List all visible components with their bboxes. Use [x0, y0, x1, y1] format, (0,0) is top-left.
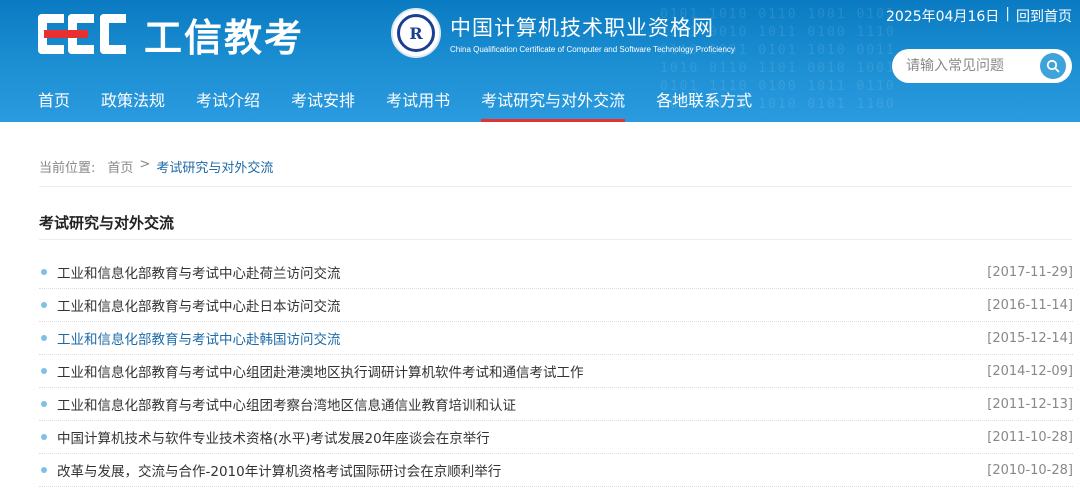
article-date: [2011-12-13]: [987, 396, 1073, 412]
nav-item-exam-books[interactable]: 考试用书: [386, 86, 450, 122]
list-item: 工业和信息化部教育与考试中心组团赴港澳地区执行调研计算机软件考试和通信考试工作 …: [39, 355, 1073, 388]
list-item: 中国计算机技术与软件专业技术资格(水平)考试发展20年座谈会在京举行 [2011…: [39, 421, 1073, 454]
list-item: 工业和信息化部教育与考试中心赴日本访问交流 [2016-11-14]: [39, 289, 1073, 322]
nav-item-exam-schedule[interactable]: 考试安排: [291, 86, 355, 122]
bullet-icon: [41, 269, 47, 275]
article-link[interactable]: 改革与发展，交流与合作-2010年计算机资格考试国际研讨会在京顺利举行: [57, 460, 501, 480]
list-item: 工业和信息化部教育与考试中心赴荷兰访问交流 [2017-11-29]: [39, 256, 1073, 289]
article-date: [2011-10-28]: [987, 429, 1073, 445]
site-name-cn: 中国计算机技术职业资格网: [450, 16, 714, 40]
divider: [39, 186, 1072, 187]
list-item: 工业和信息化部教育与考试中心组团考察台湾地区信息通信业教育培训和认证 [2011…: [39, 388, 1073, 421]
divider: [39, 239, 1072, 240]
article-date: [2016-11-14]: [987, 297, 1073, 313]
topbar-separator: |: [1005, 6, 1010, 22]
site-logo[interactable]: 工信教考: [38, 12, 304, 60]
article-link[interactable]: 工业和信息化部教育与考试中心赴日本访问交流: [57, 295, 341, 315]
article-link[interactable]: 工业和信息化部教育与考试中心赴荷兰访问交流: [57, 262, 341, 282]
list-item: 改革与发展，交流与合作-2010年计算机资格考试国际研讨会在京顺利举行 [201…: [39, 454, 1073, 487]
nav-item-exam-intro[interactable]: 考试介绍: [196, 86, 260, 122]
article-link[interactable]: 工业和信息化部教育与考试中心组团考察台湾地区信息通信业教育培训和认证: [57, 394, 516, 414]
article-list: 工业和信息化部教育与考试中心赴荷兰访问交流 [2017-11-29] 工业和信息…: [39, 256, 1073, 487]
breadcrumb-current[interactable]: 考试研究与对外交流: [156, 157, 273, 176]
bullet-icon: [41, 434, 47, 440]
main-nav: 首页 政策法规 考试介绍 考试安排 考试用书 考试研究与对外交流 各地联系方式: [38, 86, 783, 122]
search-box: [892, 49, 1072, 83]
breadcrumb-prefix: 当前位置:: [39, 161, 96, 176]
main-content: 当前位置: 首页 > 考试研究与对外交流 考试研究与对外交流 工业和信息化部教育…: [0, 122, 1080, 490]
article-date: [2015-12-14]: [987, 330, 1073, 346]
bullet-icon: [41, 467, 47, 473]
bullet-icon: [41, 335, 47, 341]
nav-item-policy[interactable]: 政策法规: [101, 86, 165, 122]
article-link[interactable]: 工业和信息化部教育与考试中心组团赴港澳地区执行调研计算机软件考试和通信考试工作: [57, 361, 584, 381]
section-title: 考试研究与对外交流: [39, 214, 175, 232]
nav-item-contacts[interactable]: 各地联系方式: [656, 86, 752, 122]
site-name-en: China Qualification Certificate of Compu…: [450, 45, 735, 54]
list-item: 工业和信息化部教育与考试中心赴韩国访问交流 [2015-12-14]: [39, 322, 1073, 355]
current-date: 2025年04月16日: [886, 9, 1000, 25]
nav-item-research-exchange[interactable]: 考试研究与对外交流: [481, 86, 626, 122]
breadcrumb-arrow: >: [139, 157, 151, 172]
article-link[interactable]: 工业和信息化部教育与考试中心赴韩国访问交流: [57, 328, 341, 348]
article-date: [2017-11-29]: [987, 264, 1073, 280]
nav-item-home[interactable]: 首页: [38, 86, 70, 122]
bullet-icon: [41, 401, 47, 407]
article-date: [2010-10-28]: [987, 462, 1073, 478]
logo-text: 工信教考: [144, 15, 305, 60]
cec-logo-mark: [38, 14, 132, 54]
bullet-icon: [41, 302, 47, 308]
search-icon[interactable]: [1040, 53, 1066, 79]
top-bar: 2025年04月16日 | 回到首页: [886, 6, 1072, 26]
article-link[interactable]: 中国计算机技术与软件专业技术资格(水平)考试发展20年座谈会在京举行: [57, 427, 490, 447]
breadcrumb: 当前位置: 首页 > 考试研究与对外交流: [39, 157, 273, 176]
site-header: 0101 1010 0110 1001 0101 1101 0010 1011 …: [0, 0, 1080, 122]
bullet-icon: [41, 368, 47, 374]
site-name: 中国计算机技术职业资格网 China Qualification Certifi…: [450, 12, 735, 54]
certificate-seal-icon: R: [391, 8, 441, 58]
breadcrumb-home-link[interactable]: 首页: [107, 157, 133, 176]
search-input[interactable]: [906, 58, 1036, 74]
article-date: [2014-12-09]: [987, 363, 1073, 379]
home-link[interactable]: 回到首页: [1016, 6, 1072, 26]
